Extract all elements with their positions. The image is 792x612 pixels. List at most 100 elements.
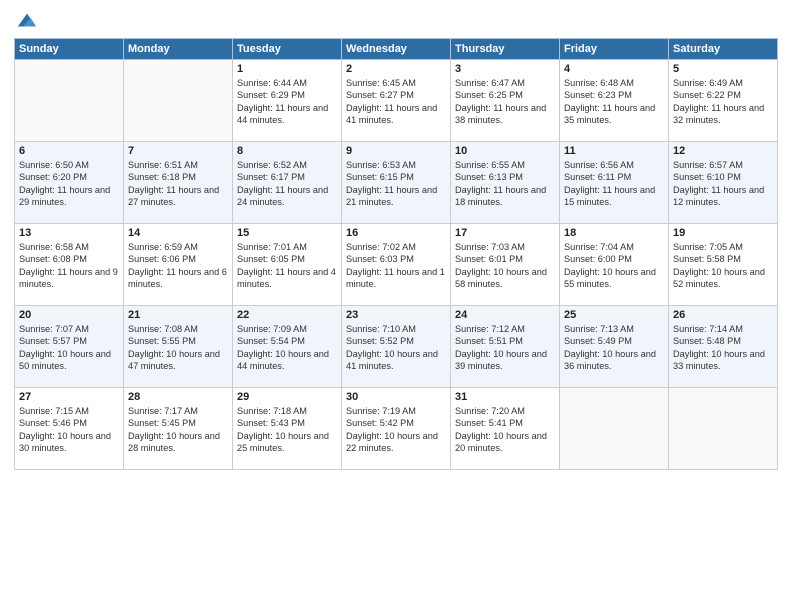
day-cell: 27 Sunrise: 7:15 AM Sunset: 5:46 PM Dayli… (15, 388, 124, 470)
header (14, 10, 778, 32)
day-detail: Sunrise: 6:45 AM Sunset: 6:27 PM Dayligh… (346, 77, 446, 127)
day-number: 14 (128, 227, 228, 239)
day-detail: Sunrise: 7:03 AM Sunset: 6:01 PM Dayligh… (455, 241, 555, 291)
day-number: 7 (128, 145, 228, 157)
header-wednesday: Wednesday (342, 39, 451, 60)
header-saturday: Saturday (669, 39, 778, 60)
week-row-2: 6 Sunrise: 6:50 AM Sunset: 6:20 PM Daylig… (15, 142, 778, 224)
day-cell: 14 Sunrise: 6:59 AM Sunset: 6:06 PM Dayli… (124, 224, 233, 306)
calendar-header-row: SundayMondayTuesdayWednesdayThursdayFrid… (15, 39, 778, 60)
day-cell (124, 60, 233, 142)
day-number: 11 (564, 145, 664, 157)
header-thursday: Thursday (451, 39, 560, 60)
day-detail: Sunrise: 7:13 AM Sunset: 5:49 PM Dayligh… (564, 323, 664, 373)
day-number: 27 (19, 391, 119, 403)
day-cell: 12 Sunrise: 6:57 AM Sunset: 6:10 PM Dayli… (669, 142, 778, 224)
day-number: 28 (128, 391, 228, 403)
day-number: 22 (237, 309, 337, 321)
day-detail: Sunrise: 7:01 AM Sunset: 6:05 PM Dayligh… (237, 241, 337, 291)
day-cell: 17 Sunrise: 7:03 AM Sunset: 6:01 PM Dayli… (451, 224, 560, 306)
header-tuesday: Tuesday (233, 39, 342, 60)
day-cell: 28 Sunrise: 7:17 AM Sunset: 5:45 PM Dayli… (124, 388, 233, 470)
day-detail: Sunrise: 6:53 AM Sunset: 6:15 PM Dayligh… (346, 159, 446, 209)
day-number: 3 (455, 63, 555, 75)
day-detail: Sunrise: 6:59 AM Sunset: 6:06 PM Dayligh… (128, 241, 228, 291)
day-number: 17 (455, 227, 555, 239)
day-number: 24 (455, 309, 555, 321)
day-cell (15, 60, 124, 142)
week-row-5: 27 Sunrise: 7:15 AM Sunset: 5:46 PM Dayli… (15, 388, 778, 470)
day-detail: Sunrise: 6:58 AM Sunset: 6:08 PM Dayligh… (19, 241, 119, 291)
day-detail: Sunrise: 7:12 AM Sunset: 5:51 PM Dayligh… (455, 323, 555, 373)
day-detail: Sunrise: 7:18 AM Sunset: 5:43 PM Dayligh… (237, 405, 337, 455)
day-cell: 2 Sunrise: 6:45 AM Sunset: 6:27 PM Daylig… (342, 60, 451, 142)
header-monday: Monday (124, 39, 233, 60)
day-detail: Sunrise: 7:08 AM Sunset: 5:55 PM Dayligh… (128, 323, 228, 373)
day-number: 25 (564, 309, 664, 321)
day-cell: 30 Sunrise: 7:19 AM Sunset: 5:42 PM Dayli… (342, 388, 451, 470)
week-row-3: 13 Sunrise: 6:58 AM Sunset: 6:08 PM Dayli… (15, 224, 778, 306)
day-detail: Sunrise: 6:56 AM Sunset: 6:11 PM Dayligh… (564, 159, 664, 209)
day-number: 16 (346, 227, 446, 239)
day-number: 1 (237, 63, 337, 75)
calendar: SundayMondayTuesdayWednesdayThursdayFrid… (14, 38, 778, 470)
day-cell: 11 Sunrise: 6:56 AM Sunset: 6:11 PM Dayli… (560, 142, 669, 224)
day-detail: Sunrise: 6:50 AM Sunset: 6:20 PM Dayligh… (19, 159, 119, 209)
day-cell: 16 Sunrise: 7:02 AM Sunset: 6:03 PM Dayli… (342, 224, 451, 306)
day-detail: Sunrise: 7:05 AM Sunset: 5:58 PM Dayligh… (673, 241, 773, 291)
week-row-1: 1 Sunrise: 6:44 AM Sunset: 6:29 PM Daylig… (15, 60, 778, 142)
day-cell: 18 Sunrise: 7:04 AM Sunset: 6:00 PM Dayli… (560, 224, 669, 306)
day-cell: 13 Sunrise: 6:58 AM Sunset: 6:08 PM Dayli… (15, 224, 124, 306)
header-sunday: Sunday (15, 39, 124, 60)
day-detail: Sunrise: 7:20 AM Sunset: 5:41 PM Dayligh… (455, 405, 555, 455)
day-detail: Sunrise: 6:57 AM Sunset: 6:10 PM Dayligh… (673, 159, 773, 209)
day-detail: Sunrise: 6:51 AM Sunset: 6:18 PM Dayligh… (128, 159, 228, 209)
day-detail: Sunrise: 7:14 AM Sunset: 5:48 PM Dayligh… (673, 323, 773, 373)
day-number: 12 (673, 145, 773, 157)
day-cell: 5 Sunrise: 6:49 AM Sunset: 6:22 PM Daylig… (669, 60, 778, 142)
day-detail: Sunrise: 6:55 AM Sunset: 6:13 PM Dayligh… (455, 159, 555, 209)
day-cell: 8Sunrise: 6:52 AM Sunset: 6:17 PM Daylig… (233, 142, 342, 224)
day-number: 18 (564, 227, 664, 239)
day-cell: 9Sunrise: 6:53 AM Sunset: 6:15 PM Daylig… (342, 142, 451, 224)
day-detail: Sunrise: 7:19 AM Sunset: 5:42 PM Dayligh… (346, 405, 446, 455)
day-detail: Sunrise: 6:52 AM Sunset: 6:17 PM Dayligh… (237, 159, 337, 209)
day-number: 15 (237, 227, 337, 239)
day-cell: 3 Sunrise: 6:47 AM Sunset: 6:25 PM Daylig… (451, 60, 560, 142)
day-cell: 10Sunrise: 6:55 AM Sunset: 6:13 PM Dayli… (451, 142, 560, 224)
day-detail: Sunrise: 6:44 AM Sunset: 6:29 PM Dayligh… (237, 77, 337, 127)
day-cell (560, 388, 669, 470)
day-cell: 21Sunrise: 7:08 AM Sunset: 5:55 PM Dayli… (124, 306, 233, 388)
day-cell: 29 Sunrise: 7:18 AM Sunset: 5:43 PM Dayli… (233, 388, 342, 470)
day-detail: Sunrise: 7:04 AM Sunset: 6:00 PM Dayligh… (564, 241, 664, 291)
week-row-4: 20Sunrise: 7:07 AM Sunset: 5:57 PM Dayli… (15, 306, 778, 388)
day-cell: 19 Sunrise: 7:05 AM Sunset: 5:58 PM Dayli… (669, 224, 778, 306)
logo-icon (16, 10, 38, 32)
day-number: 29 (237, 391, 337, 403)
day-cell (669, 388, 778, 470)
day-cell: 15 Sunrise: 7:01 AM Sunset: 6:05 PM Dayli… (233, 224, 342, 306)
day-number: 2 (346, 63, 446, 75)
day-number: 5 (673, 63, 773, 75)
day-detail: Sunrise: 7:17 AM Sunset: 5:45 PM Dayligh… (128, 405, 228, 455)
day-detail: Sunrise: 6:49 AM Sunset: 6:22 PM Dayligh… (673, 77, 773, 127)
day-number: 19 (673, 227, 773, 239)
day-cell: 24 Sunrise: 7:12 AM Sunset: 5:51 PM Dayli… (451, 306, 560, 388)
day-number: 13 (19, 227, 119, 239)
day-detail: Sunrise: 6:47 AM Sunset: 6:25 PM Dayligh… (455, 77, 555, 127)
day-detail: Sunrise: 7:10 AM Sunset: 5:52 PM Dayligh… (346, 323, 446, 373)
header-friday: Friday (560, 39, 669, 60)
day-detail: Sunrise: 6:48 AM Sunset: 6:23 PM Dayligh… (564, 77, 664, 127)
day-detail: Sunrise: 7:15 AM Sunset: 5:46 PM Dayligh… (19, 405, 119, 455)
day-cell: 7 Sunrise: 6:51 AM Sunset: 6:18 PM Daylig… (124, 142, 233, 224)
day-cell: 20Sunrise: 7:07 AM Sunset: 5:57 PM Dayli… (15, 306, 124, 388)
day-number: 6 (19, 145, 119, 157)
day-number: 31 (455, 391, 555, 403)
day-number: 30 (346, 391, 446, 403)
day-detail: Sunrise: 7:09 AM Sunset: 5:54 PM Dayligh… (237, 323, 337, 373)
day-number: 26 (673, 309, 773, 321)
day-cell: 1 Sunrise: 6:44 AM Sunset: 6:29 PM Daylig… (233, 60, 342, 142)
day-cell: 22 Sunrise: 7:09 AM Sunset: 5:54 PM Dayli… (233, 306, 342, 388)
day-detail: Sunrise: 7:02 AM Sunset: 6:03 PM Dayligh… (346, 241, 446, 291)
day-cell: 23Sunrise: 7:10 AM Sunset: 5:52 PM Dayli… (342, 306, 451, 388)
